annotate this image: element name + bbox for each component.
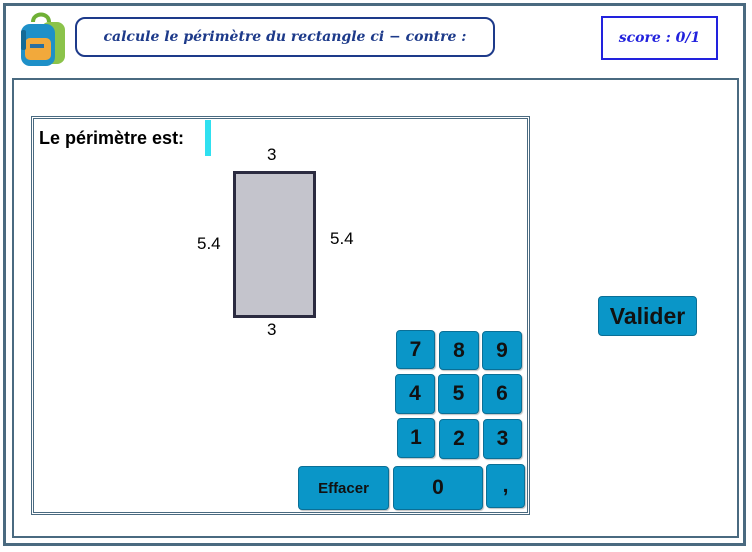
right-width-label: 5.4: [330, 229, 354, 248]
key-0[interactable]: 0: [393, 466, 483, 510]
key-9[interactable]: 9: [482, 331, 522, 370]
instruction-text: calcule le périmètre du rectangle ci − c…: [103, 29, 467, 45]
rectangle-figure: [233, 171, 316, 318]
instruction-box: calcule le périmètre du rectangle ci − c…: [75, 17, 495, 57]
key-2[interactable]: 2: [439, 419, 479, 459]
key-1[interactable]: 1: [397, 418, 435, 458]
backpack-icon: [21, 12, 65, 66]
key-8[interactable]: 8: [439, 331, 479, 370]
score-text: score : 0/1: [618, 30, 701, 46]
answer-input[interactable]: [205, 120, 211, 156]
key-6[interactable]: 6: [482, 374, 522, 414]
clear-button[interactable]: Effacer: [298, 466, 389, 510]
top-length-label: 3: [267, 145, 277, 164]
key-4[interactable]: 4: [395, 374, 435, 414]
validate-button[interactable]: Valider: [598, 296, 697, 336]
bottom-length-label: 3: [267, 320, 277, 339]
perimeter-prompt: Le périmètre est:: [39, 128, 185, 148]
key-3[interactable]: 3: [483, 419, 522, 459]
left-width-label: 5.4: [197, 234, 221, 253]
key-5[interactable]: 5: [438, 374, 479, 414]
score-box: score : 0/1: [601, 16, 718, 60]
key-comma[interactable]: ,: [486, 464, 525, 508]
key-7[interactable]: 7: [396, 330, 435, 369]
